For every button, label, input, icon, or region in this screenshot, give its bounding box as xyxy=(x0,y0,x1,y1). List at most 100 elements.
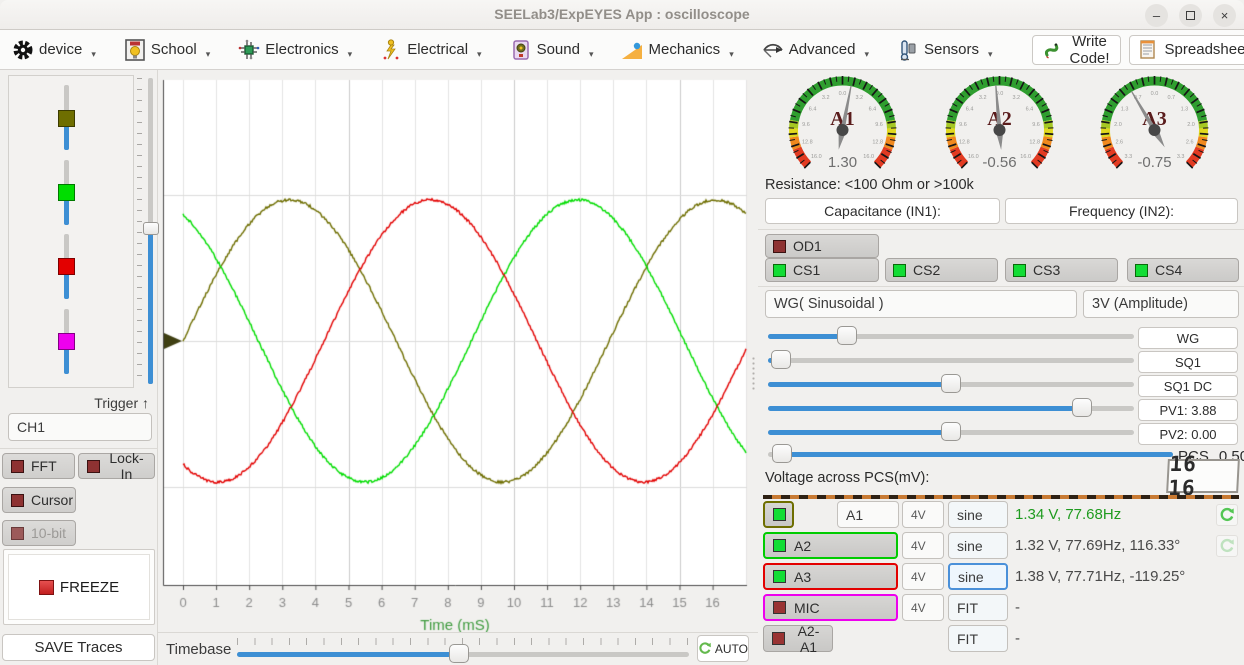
pcs-slider[interactable] xyxy=(768,444,1173,464)
spreadsheet-icon xyxy=(1140,40,1156,59)
cs3-checkbox[interactable] xyxy=(1013,264,1026,277)
trace-offset-slider-mic[interactable] xyxy=(58,309,76,374)
frequency-button[interactable]: Frequency (IN2): xyxy=(1005,198,1238,224)
channel-a2a1-fit-select[interactable]: FIT xyxy=(948,625,1008,652)
auto-range-button[interactable]: AUTO xyxy=(697,635,749,662)
channel-a2-enable[interactable]: A2 xyxy=(763,532,898,559)
spreadsheet-button[interactable]: Spreadsheet xyxy=(1129,35,1244,65)
channel-mic-checkbox[interactable] xyxy=(773,601,786,614)
svg-text:16.0: 16.0 xyxy=(968,154,979,160)
capacitance-button[interactable]: Capacitance (IN1): xyxy=(765,198,1000,224)
fft-checkbox[interactable] xyxy=(11,460,24,473)
cs2-toggle[interactable]: CS2 xyxy=(885,258,998,282)
panel-divider xyxy=(758,286,1244,287)
chevron-down-icon: ▾ xyxy=(206,49,211,62)
svg-text:2.0: 2.0 xyxy=(1114,122,1122,128)
freeze-button[interactable]: FREEZE xyxy=(3,549,155,625)
sq1-dc-slider[interactable] xyxy=(768,374,1134,394)
wg-slider-label[interactable]: WG xyxy=(1138,327,1238,349)
left-control-panel: Trigger ↑ CH1 FFT Lock-In Cursor 10-bit … xyxy=(0,70,158,665)
menu-sound[interactable]: Sound ▾ xyxy=(509,38,594,62)
svg-text:2.6: 2.6 xyxy=(1186,139,1194,145)
menu-mechanics[interactable]: Mechanics ▾ xyxy=(620,38,733,62)
trace-offset-slider-a3[interactable] xyxy=(58,234,76,299)
lockin-checkbox[interactable] xyxy=(87,460,100,473)
sq1-slider[interactable] xyxy=(768,350,1134,370)
trigger-source-select[interactable]: CH1 xyxy=(8,413,152,441)
pv2-slider[interactable] xyxy=(768,422,1134,442)
od1-checkbox[interactable] xyxy=(773,240,786,253)
compass-icon xyxy=(761,38,785,62)
spreadsheet-label: Spreadsheet xyxy=(1165,41,1244,58)
channel-a1-refresh-button[interactable] xyxy=(1216,504,1238,526)
svg-text:12.8: 12.8 xyxy=(802,139,813,145)
refresh-icon xyxy=(1219,507,1235,523)
maximize-icon xyxy=(1186,11,1195,20)
menu-electrical[interactable]: Electrical ▾ xyxy=(379,38,481,62)
channel-a1-fit-select[interactable]: sine xyxy=(948,501,1008,528)
lockin-toggle[interactable]: Lock-In xyxy=(78,453,155,479)
channel-a2-refresh-button[interactable] xyxy=(1216,535,1238,557)
channel-a2a1-checkbox[interactable] xyxy=(772,632,785,645)
trace-offset-slider-a1[interactable] xyxy=(58,85,76,150)
menu-school[interactable]: School ▾ xyxy=(123,38,210,62)
pv1-slider-label[interactable]: PV1: 3.88 xyxy=(1138,399,1238,421)
title-bar[interactable]: SEELab3/ExpEYES App : oscilloscope – × xyxy=(0,0,1244,30)
panel-splitter-grip[interactable] xyxy=(751,356,756,390)
menu-school-label: School xyxy=(151,41,197,58)
channel-a2-range-select[interactable]: 4V xyxy=(902,532,944,559)
channel-a3-enable[interactable]: A3 xyxy=(763,563,898,590)
channel-a2-checkbox[interactable] xyxy=(773,539,786,552)
menu-electronics[interactable]: Electronics ▾ xyxy=(237,38,352,62)
channel-a3-checkbox[interactable] xyxy=(773,570,786,583)
cs4-toggle[interactable]: CS4 xyxy=(1127,258,1239,282)
cs2-checkbox[interactable] xyxy=(893,264,906,277)
sq1-slider-label[interactable]: SQ1 xyxy=(1138,351,1238,373)
cs1-checkbox[interactable] xyxy=(773,264,786,277)
minimize-button[interactable]: – xyxy=(1145,4,1168,27)
menu-advanced[interactable]: Advanced ▾ xyxy=(761,38,869,62)
cs4-checkbox[interactable] xyxy=(1135,264,1148,277)
timebase-slider[interactable] xyxy=(237,644,689,664)
channel-a1-enable[interactable] xyxy=(763,501,794,528)
save-traces-button[interactable]: SAVE Traces xyxy=(2,634,155,661)
channel-a1-range-select[interactable]: 4V xyxy=(902,501,944,528)
chevron-down-icon: ▾ xyxy=(988,49,993,62)
svg-text:12.8: 12.8 xyxy=(1029,139,1040,145)
waveform-type-select[interactable]: WG( Sinusoidal ) xyxy=(765,290,1077,318)
maximize-button[interactable] xyxy=(1179,4,1202,27)
channel-a1-source-select[interactable]: A1 xyxy=(837,501,899,528)
write-code-button[interactable]: Write Code! xyxy=(1032,35,1121,65)
trace-offset-slider-a2[interactable] xyxy=(58,160,76,225)
fft-toggle[interactable]: FFT xyxy=(2,453,75,479)
menu-sensors[interactable]: Sensors ▾ xyxy=(896,38,993,62)
channel-mic-reading: - xyxy=(1015,599,1020,616)
svg-text:9.6: 9.6 xyxy=(959,122,967,128)
channel-mic-fit-select[interactable]: FIT xyxy=(948,594,1008,621)
amplitude-select[interactable]: 3V (Amplitude) xyxy=(1083,290,1239,318)
menu-device[interactable]: device ▾ xyxy=(11,38,96,62)
channel-mic-enable[interactable]: MIC xyxy=(763,594,898,621)
trigger-level-slider[interactable] xyxy=(143,78,159,384)
channel-a2a1-enable[interactable]: A2-A1 xyxy=(763,625,833,652)
channel-a3-range-select[interactable]: 4V xyxy=(902,563,944,590)
channel-a3-fit-select[interactable]: sine xyxy=(948,563,1008,590)
cursor-checkbox[interactable] xyxy=(11,494,24,507)
wg-frequency-slider[interactable] xyxy=(768,326,1134,346)
refresh-icon xyxy=(698,641,712,656)
cs1-toggle[interactable]: CS1 xyxy=(765,258,879,282)
pv1-slider[interactable] xyxy=(768,398,1134,418)
od1-toggle[interactable]: OD1 xyxy=(765,234,879,258)
gear-icon xyxy=(11,38,35,62)
close-button[interactable]: × xyxy=(1213,4,1236,27)
channel-a3-reading: 1.38 V, 77.71Hz, -119.25° xyxy=(1015,568,1185,585)
menu-electronics-label: Electronics xyxy=(265,41,338,58)
channel-a1-checkbox[interactable] xyxy=(773,508,786,521)
school-bulb-icon xyxy=(123,38,147,62)
cs3-toggle[interactable]: CS3 xyxy=(1005,258,1118,282)
pv2-slider-label[interactable]: PV2: 0.00 xyxy=(1138,423,1238,445)
channel-mic-range-select[interactable]: 4V xyxy=(902,594,944,621)
channel-a2-fit-select[interactable]: sine xyxy=(948,532,1008,559)
cursor-toggle[interactable]: Cursor xyxy=(2,487,76,513)
sq1-dc-slider-label[interactable]: SQ1 DC xyxy=(1138,375,1238,397)
